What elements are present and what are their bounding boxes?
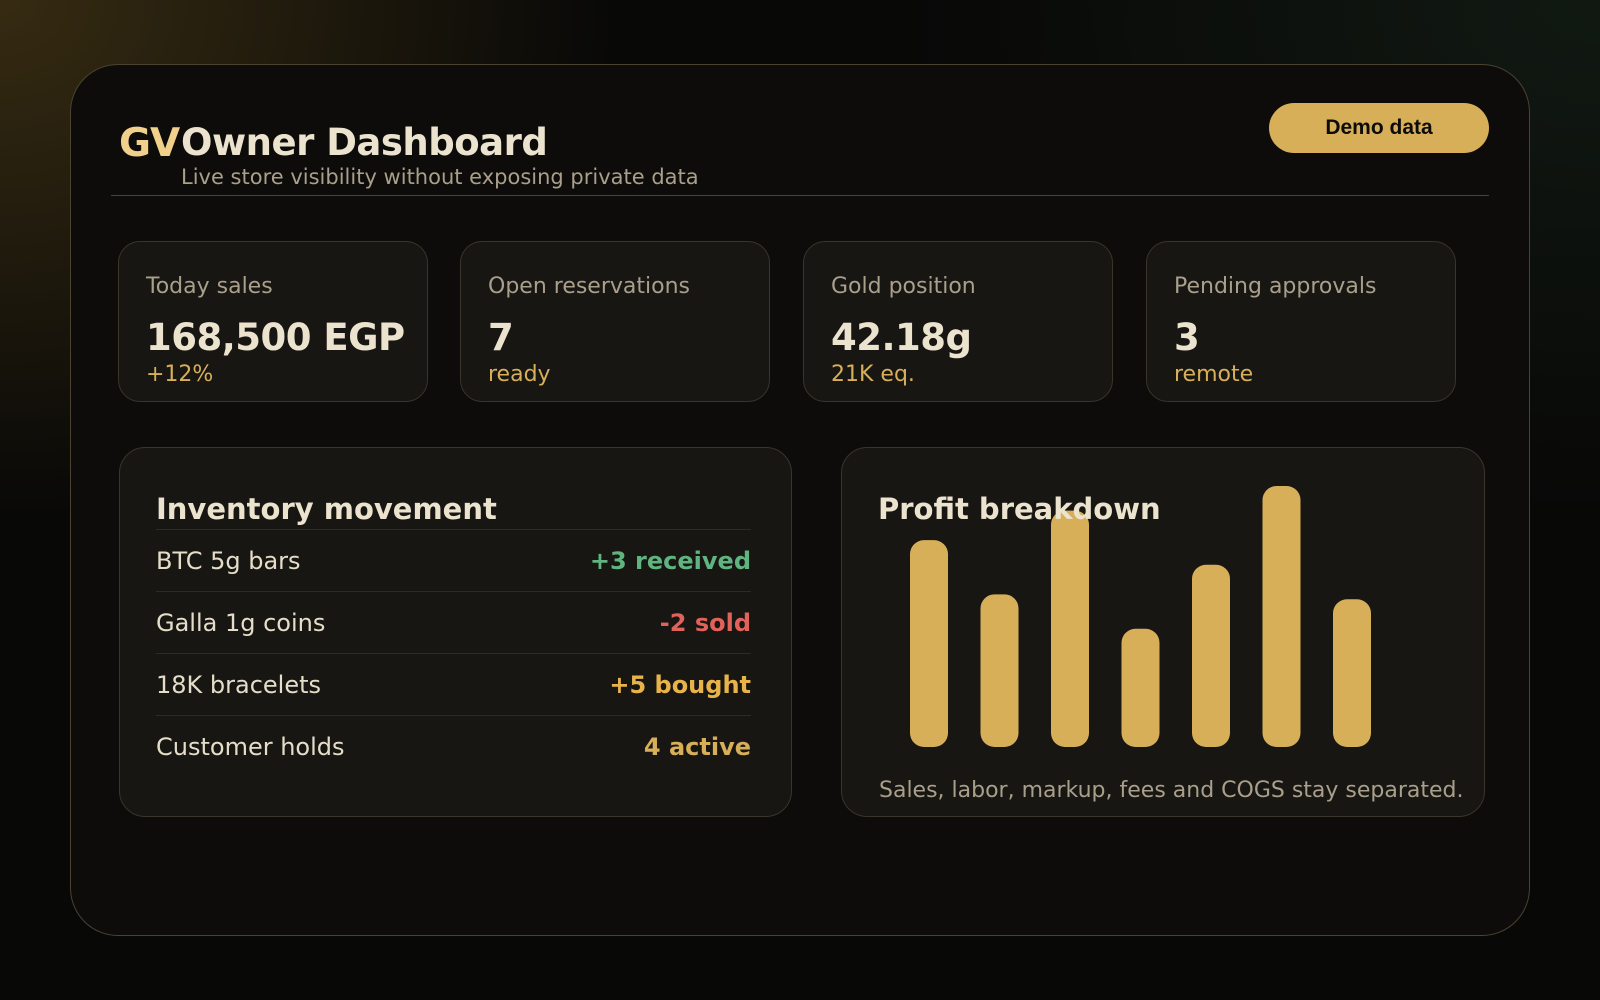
kpi-card-today-sales: Today sales 168,500 EGP +12%	[118, 241, 428, 402]
inventory-item-name: 18K bracelets	[156, 671, 322, 699]
kpi-value: 3	[1174, 316, 1200, 359]
profit-bar-3	[1051, 510, 1089, 747]
inventory-row: 18K bracelets +5 bought	[156, 653, 751, 715]
inventory-row: BTC 5g bars +3 received	[156, 529, 751, 591]
inventory-item-name: BTC 5g bars	[156, 547, 301, 575]
inventory-item-name: Customer holds	[156, 733, 345, 761]
profit-bar-4	[1121, 628, 1160, 747]
inventory-row: Galla 1g coins -2 sold	[156, 591, 751, 653]
inventory-item-name: Galla 1g coins	[156, 609, 326, 637]
dashboard-frame: GV Owner Dashboard Live store visibility…	[70, 64, 1530, 936]
header: GV Owner Dashboard Live store visibility…	[111, 65, 1489, 196]
kpi-value: 42.18g	[831, 316, 972, 359]
kpi-sub: 21K eq.	[831, 362, 915, 387]
kpi-value: 168,500 EGP	[146, 316, 405, 359]
profit-bar-6	[1262, 486, 1301, 747]
inventory-panel: Inventory movement BTC 5g bars +3 receiv…	[119, 447, 792, 817]
inventory-title: Inventory movement	[156, 492, 497, 526]
inventory-list: BTC 5g bars +3 received Galla 1g coins -…	[156, 529, 751, 777]
profit-bar-7	[1333, 599, 1371, 747]
kpi-card-gold-position: Gold position 42.18g 21K eq.	[803, 241, 1113, 402]
page-subtitle: Live store visibility without exposing p…	[181, 165, 699, 189]
inventory-item-value: +3 received	[589, 547, 751, 575]
inventory-item-value: -2 sold	[659, 609, 751, 637]
kpi-value: 7	[488, 316, 514, 359]
kpi-sub: ready	[488, 362, 551, 387]
inventory-item-value: 4 active	[643, 733, 751, 761]
brand-logo: GV	[119, 121, 180, 166]
profit-title: Profit breakdown	[878, 492, 1161, 526]
profit-panel: Profit breakdown Sales, labor, markup, f…	[841, 447, 1485, 817]
demo-data-button[interactable]: Demo data	[1269, 103, 1489, 153]
kpi-label: Gold position	[831, 274, 976, 299]
page-title: Owner Dashboard	[181, 121, 548, 164]
kpi-label: Today sales	[146, 274, 273, 299]
inventory-item-value: +5 bought	[609, 671, 751, 699]
kpi-card-open-reservations: Open reservations 7 ready	[460, 241, 770, 402]
profit-note: Sales, labor, markup, fees and COGS stay…	[879, 778, 1464, 803]
kpi-sub: remote	[1174, 362, 1254, 387]
kpi-card-pending-approvals: Pending approvals 3 remote	[1146, 241, 1456, 402]
inventory-row: Customer holds 4 active	[156, 715, 751, 777]
profit-bar-1	[910, 540, 948, 747]
profit-bar-2	[980, 594, 1019, 747]
kpi-sub: +12%	[146, 362, 214, 387]
kpi-label: Open reservations	[488, 274, 690, 299]
kpi-label: Pending approvals	[1174, 274, 1377, 299]
profit-bar-5	[1192, 564, 1230, 747]
